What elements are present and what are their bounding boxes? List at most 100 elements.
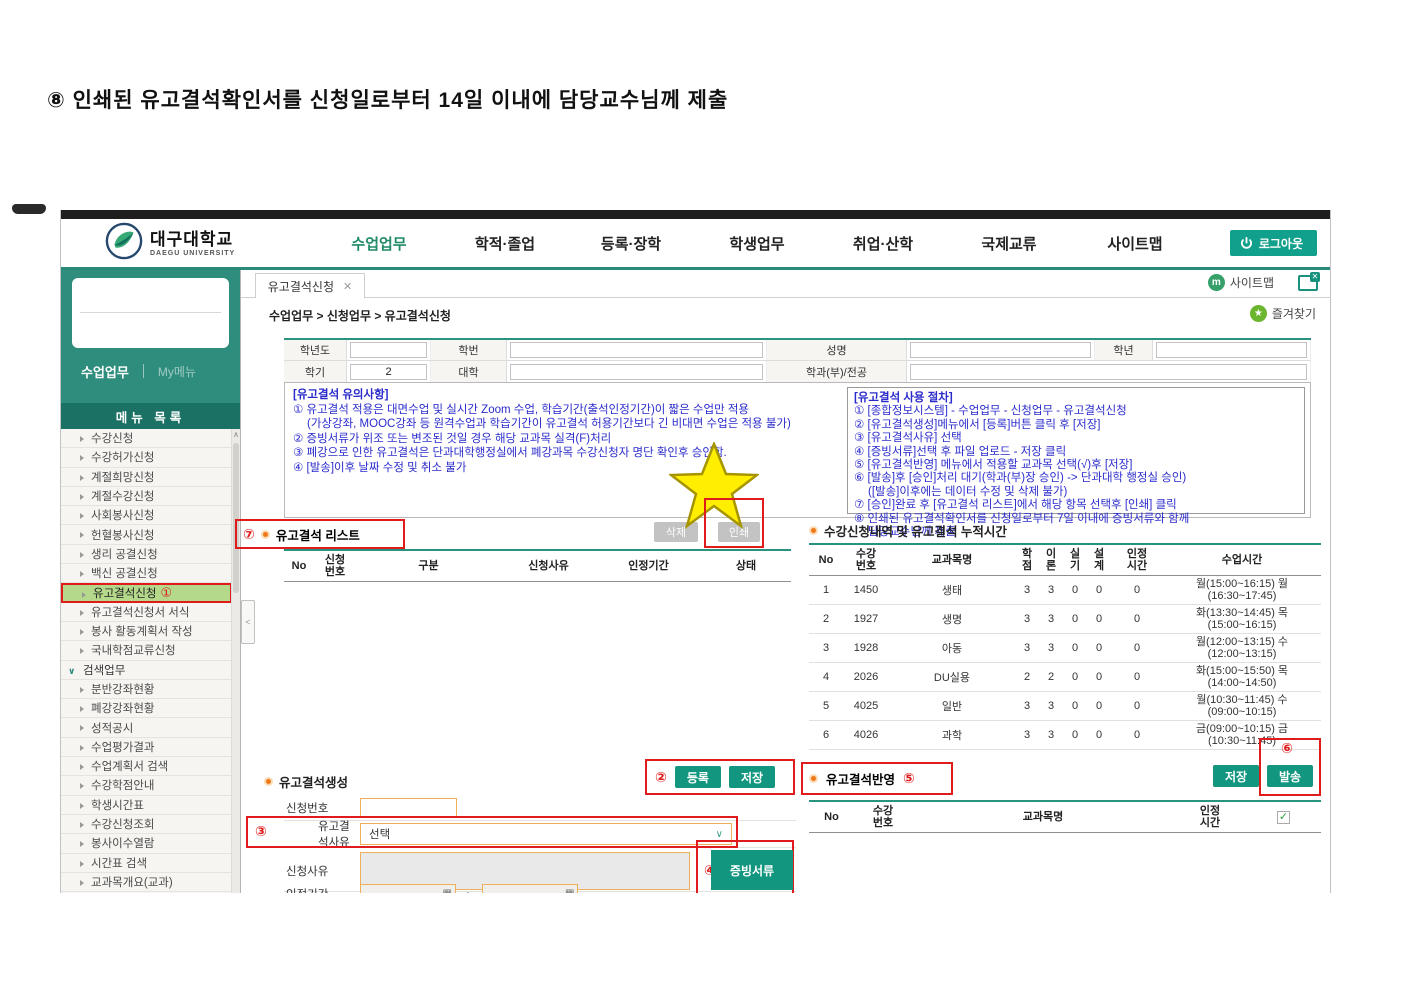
name-label: 성명 (767, 340, 907, 360)
sidebar-item-credit-exchange[interactable]: 국내학점교류신청 (61, 641, 232, 660)
apply-section-title-box: 유고결석반영 ⑤ (801, 762, 953, 795)
save-button[interactable]: 저장 (729, 766, 775, 788)
sidebar-item-clipped[interactable]: 취업전직훈련 (61, 892, 232, 893)
sidebar-item-credit-guide[interactable]: 수강학점안내 (61, 776, 232, 795)
sidebar-item-syllabus-search[interactable]: 수업계획서 검색 (61, 757, 232, 776)
sidebar-item-course-registration[interactable]: 수강신청 (61, 429, 232, 448)
university-logo[interactable]: 대구대학교 DAEGU UNIVERSITY (105, 222, 235, 260)
student-info-form: 학년도 학번 성명 학년 학기 대학 학과(부)/전공 (284, 338, 1311, 383)
table-row[interactable]: 54025일반33000월(10:30~11:45) 수(09:00~10:15… (809, 692, 1321, 721)
col-design: 설 계 (1087, 544, 1111, 576)
table-row[interactable]: 42026DU실용22000화(15:00~15:50) 목(14:00~14:… (809, 663, 1321, 692)
col-course-no: 수강 번호 (854, 801, 912, 833)
sidebar-tab-divider (143, 364, 144, 378)
sidebar-tab-classwork[interactable]: 수업업무 (81, 362, 129, 381)
sidebar-item-blood-donation[interactable]: 헌혈봉사신청 (61, 525, 232, 544)
college-input[interactable] (510, 364, 763, 380)
annotation-badge-6: ⑥ (1281, 740, 1293, 757)
year-input[interactable] (350, 342, 427, 358)
sidebar-item-seasonal-course[interactable]: 계절수강신청 (61, 487, 232, 506)
scrollbar-thumb[interactable] (233, 443, 239, 593)
annotation-badge-2: ② (655, 769, 667, 786)
table-row[interactable]: 31928아동33000월(12:00~13:15) 수(12:00~13:15… (809, 634, 1321, 663)
sidebar-tabs: 수업업무 My메뉴 (61, 356, 240, 386)
university-name-en: DAEGU UNIVERSITY (150, 250, 235, 257)
sidebar-item-service-plan[interactable]: 봉사 활동계획서 작성 (61, 622, 232, 641)
triangle-icon (80, 475, 84, 481)
grade-input[interactable] (1156, 342, 1307, 358)
nav-item-classwork[interactable]: 수업업무 (316, 233, 442, 254)
notice-line: (가상강좌, MOOC강좌 등 원격수업과 학습기간이 유고결석 허용기간보다 … (293, 417, 845, 432)
sidebar-item-section-status[interactable]: 분반강좌현황 (61, 680, 232, 699)
sidebar-scrollbar[interactable]: ∧ (231, 429, 240, 893)
logout-button[interactable]: 로그아웃 (1230, 230, 1317, 256)
sidebar-item-student-timetable[interactable]: 학생시간표 (61, 796, 232, 815)
sidebar-item-absence-form[interactable]: 유고결석신청서 서식 (61, 603, 232, 622)
college-label: 대학 (431, 361, 507, 382)
tab-excused-absence[interactable]: 유고결석신청 ✕ (255, 273, 365, 298)
attach-documents-button[interactable]: 증빙서류 (711, 850, 793, 890)
triangle-icon (80, 687, 84, 693)
sidebar-item-service-record[interactable]: 봉사이수열람 (61, 834, 232, 853)
sidebar-collapse-button[interactable]: < (241, 600, 255, 644)
request-no-input[interactable] (360, 798, 457, 818)
select-all-checkbox[interactable]: ✓ (1277, 811, 1290, 824)
nav-item-international[interactable]: 국제교류 (946, 233, 1072, 254)
favorite-button[interactable]: ★ 즐겨찾기 (1250, 305, 1316, 322)
menu-label: 성적공시 (91, 720, 133, 736)
sidebar-item-course-permission[interactable]: 수강허가신청 (61, 448, 232, 467)
sidebar-item-vaccine-absence[interactable]: 백신 공결신청 (61, 564, 232, 583)
notice-line: ① 유고결석 적용은 대면수업 및 실시간 Zoom 수업, 학습기간(출석인정… (293, 403, 845, 418)
menu-label: 사회봉사신청 (91, 507, 154, 523)
period-start-input[interactable]: ▦ (360, 884, 456, 894)
sidebar-item-excused-absence[interactable]: 유고결석신청① (61, 583, 232, 602)
notice-line: ② 증빙서류가 위조 또는 변조된 것일 경우 해당 교과목 실격(F)처리 (293, 432, 845, 447)
section-bullet-icon (264, 777, 273, 786)
nav-item-records[interactable]: 학적·졸업 (442, 233, 568, 254)
sidebar-item-class-evaluation[interactable]: 수업평가결과 (61, 738, 232, 757)
major-input[interactable] (910, 364, 1307, 380)
sidebar-item-closed-courses[interactable]: 폐강강좌현황 (61, 699, 232, 718)
scroll-up-icon[interactable]: ∧ (232, 430, 240, 439)
col-class-time: 수업시간 (1163, 544, 1321, 576)
notice-line: ([발송]이후에는 데이터 수정 및 삭제 불가) (854, 486, 1298, 499)
nav-item-sitemap[interactable]: 사이트맵 (1072, 233, 1198, 254)
close-icon[interactable]: ✕ (343, 280, 352, 293)
name-input[interactable] (910, 342, 1091, 358)
nav-item-student-affairs[interactable]: 학생업무 (694, 233, 820, 254)
semester-input[interactable] (350, 364, 427, 380)
sidebar-group-search[interactable]: ∨검색업무 (61, 661, 232, 680)
window-close-icon[interactable]: ✕ (1298, 275, 1318, 291)
sidebar-item-timetable-search[interactable]: 시간표 검색 (61, 854, 232, 873)
triangle-icon (80, 745, 84, 751)
section-bullet-icon (809, 774, 818, 783)
close-x-icon: ✕ (1310, 272, 1320, 282)
menu-label: 수강학점안내 (91, 777, 154, 793)
power-icon (1240, 237, 1253, 250)
nav-item-registration[interactable]: 등록·장학 (568, 233, 694, 254)
register-button[interactable]: 등록 (675, 766, 721, 788)
apply-save-button[interactable]: 저장 (1213, 765, 1259, 787)
sidebar-item-seasonal-wish[interactable]: 계절희망신청 (61, 468, 232, 487)
student-no-input[interactable] (510, 342, 763, 358)
menu-label: 유고결석신청서 서식 (91, 604, 189, 620)
table-row[interactable]: 64026과학33000금(09:00~10:15) 금(10:30~11:45… (809, 721, 1321, 750)
nav-item-career[interactable]: 취업·산학 (820, 233, 946, 254)
table-row[interactable]: 21927생명33000화(13:30~14:45) 목(15:00~16:15… (809, 605, 1321, 634)
sidebar-item-grade-posting[interactable]: 성적공시 (61, 718, 232, 737)
sidebar-tab-mymenu[interactable]: My메뉴 (158, 363, 196, 380)
sidebar-item-course-outline[interactable]: 교과목개요(교과) (61, 873, 232, 892)
calendar-icon[interactable]: ▦ (443, 888, 452, 894)
calendar-icon[interactable]: ▦ (565, 888, 574, 894)
menu-label: 수강허가신청 (91, 449, 154, 465)
sitemap-button[interactable]: m 사이트맵 (1208, 274, 1274, 291)
enrollment-title: 수강신청내역 및 유고결석 누적시간 (824, 521, 1007, 540)
reason-label: 신청사유 (284, 863, 360, 879)
period-end-input[interactable]: ▦ (482, 884, 578, 894)
table-row[interactable]: 11450생태33000월(15:00~16:15) 월(16:30~17:45… (809, 576, 1321, 605)
logout-label: 로그아웃 (1259, 235, 1303, 252)
sidebar-item-social-service[interactable]: 사회봉사신청 (61, 506, 232, 525)
sidebar-item-menstrual-absence[interactable]: 생리 공결신청 (61, 545, 232, 564)
menu-label: 분반강좌현황 (91, 681, 154, 697)
sidebar-item-registration-inquiry[interactable]: 수강신청조회 (61, 815, 232, 834)
